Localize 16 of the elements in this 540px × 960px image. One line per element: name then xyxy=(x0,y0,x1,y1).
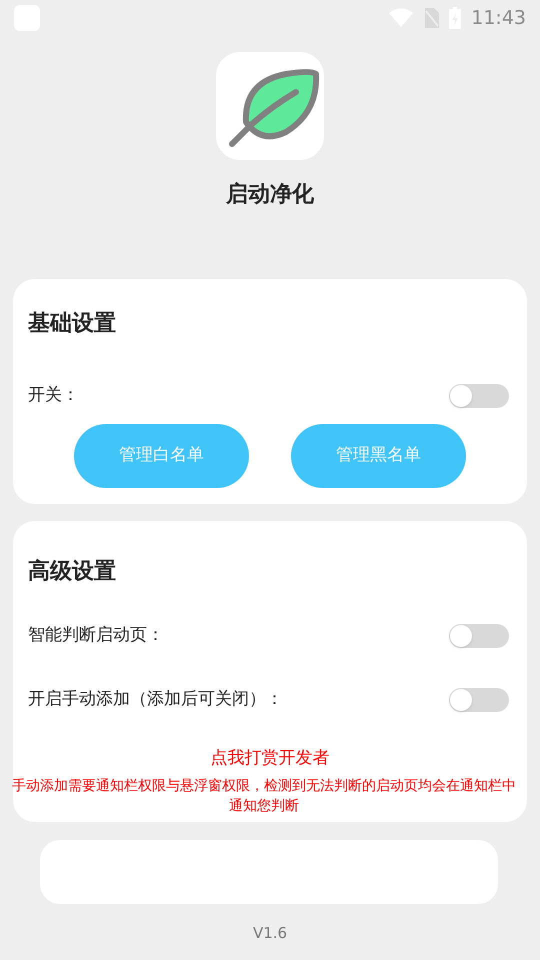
toggle-switch[interactable] xyxy=(449,384,509,408)
switch-label: 智能判断启动页： xyxy=(28,624,164,648)
toggle-switch[interactable] xyxy=(449,624,509,648)
switch-label: 开关： xyxy=(28,384,79,408)
section-title: 基础设置 xyxy=(28,310,117,338)
section-title: 高级设置 xyxy=(28,558,117,586)
toggle-switch[interactable] xyxy=(449,688,509,712)
list-button[interactable]: 管理黑名单 xyxy=(291,424,466,488)
app-title: 启动净化 xyxy=(226,181,314,209)
version-label: V1.6 xyxy=(252,922,288,944)
switch-label: 开启手动添加（添加后可关闭）： xyxy=(28,688,283,712)
list-button[interactable]: 管理白名单 xyxy=(74,424,249,488)
notice-text: 手动添加需要通知栏权限与悬浮窗权限，检测到无法判断的启动页均会在通知栏中通知您判断 xyxy=(11,776,517,816)
clock-time: 11:43 xyxy=(471,6,526,31)
leaf-icon xyxy=(216,52,324,160)
donate-link[interactable]: 点我打赏开发者 xyxy=(210,746,330,772)
